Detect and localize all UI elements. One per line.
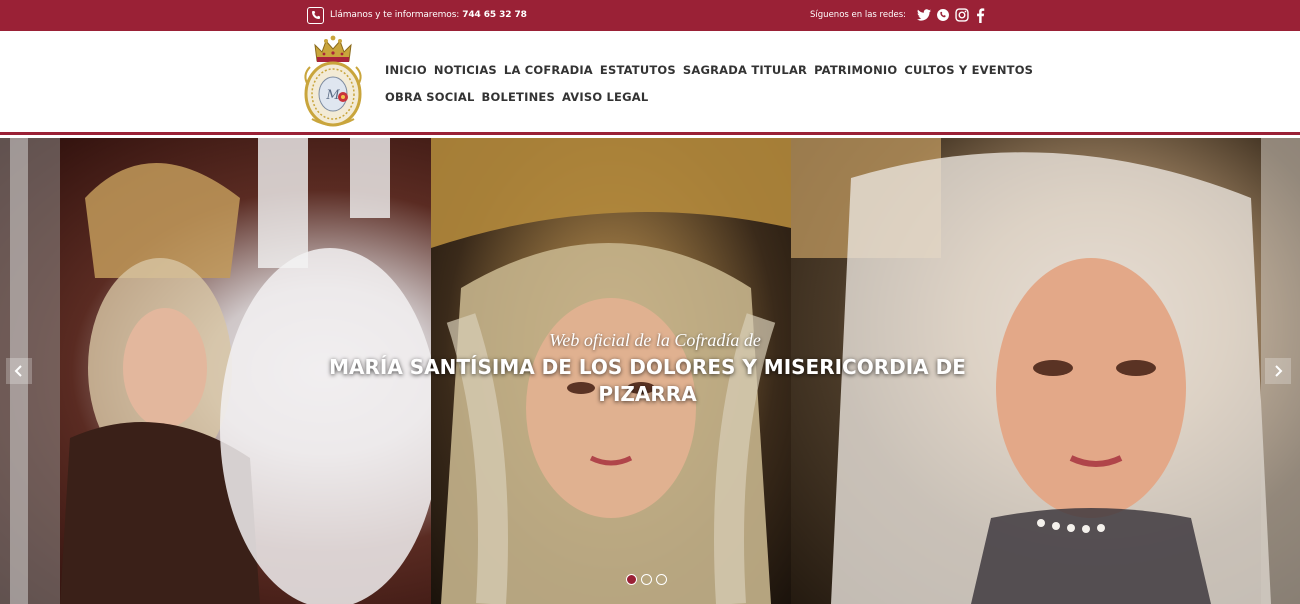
nav-row-primary: INICIO NOTICIAS LA COFRADIA ESTATUTOS SA…	[385, 56, 1033, 83]
chevron-left-icon	[14, 365, 22, 377]
main-navigation: INICIO NOTICIAS LA COFRADIA ESTATUTOS SA…	[385, 56, 1033, 110]
nav-item-aviso-legal[interactable]: AVISO LEGAL	[562, 90, 648, 104]
top-bar: Llámanos y te informaremos: 744 65 32 78…	[0, 0, 1300, 31]
nav-item-noticias[interactable]: NOTICIAS	[434, 63, 497, 77]
nav-item-patrimonio[interactable]: PATRIMONIO	[814, 63, 897, 77]
slider-next-button[interactable]	[1265, 358, 1291, 384]
phone-label: Llámanos y te informaremos:	[330, 10, 460, 20]
slider-pagination	[626, 574, 671, 585]
nav-item-obra-social[interactable]: OBRA SOCIAL	[385, 90, 475, 104]
svg-text:M: M	[325, 88, 340, 103]
site-header: M INICIO NOTICIAS LA COFRADIA ESTATUTOS …	[0, 31, 1300, 135]
nav-item-cultos-y-eventos[interactable]: CULTOS Y EVENTOS	[904, 63, 1033, 77]
slider-dot-2[interactable]	[641, 574, 652, 585]
chevron-right-icon	[1275, 365, 1283, 377]
cofradia-crest-logo[interactable]: M	[300, 35, 366, 129]
phone-icon	[307, 6, 324, 24]
instagram-icon[interactable]	[954, 8, 969, 23]
slide-subtitle: Web oficial de la Cofradía de	[549, 330, 761, 350]
contact-phone: Llámanos y te informaremos: 744 65 32 78	[307, 6, 527, 24]
nav-item-la-cofradia[interactable]: LA COFRADIA	[504, 63, 593, 77]
facebook-icon[interactable]	[973, 7, 988, 23]
social-label: Síguenos en las redes:	[810, 10, 906, 20]
slide-title: MARÍA SANTÍSIMA DE LOS DOLORES Y MISERIC…	[329, 355, 966, 406]
whatsapp-icon[interactable]	[935, 8, 950, 23]
nav-item-inicio[interactable]: INICIO	[385, 63, 427, 77]
nav-item-boletines[interactable]: BOLETINES	[482, 90, 555, 104]
twitter-icon[interactable]	[916, 8, 931, 23]
hero-slider: Web oficial de la Cofradía de MARÍA SANT…	[0, 138, 1300, 604]
slider-prev-button[interactable]	[6, 358, 32, 384]
social-links: Síguenos en las redes:	[810, 6, 988, 24]
slider-dot-1[interactable]	[626, 574, 637, 585]
nav-row-secondary: OBRA SOCIAL BOLETINES AVISO LEGAL	[385, 83, 985, 110]
nav-item-sagrada-titular[interactable]: SAGRADA TITULAR	[683, 63, 807, 77]
nav-item-estatutos[interactable]: ESTATUTOS	[600, 63, 676, 77]
phone-number[interactable]: 744 65 32 78	[462, 10, 527, 20]
slider-dot-3[interactable]	[656, 574, 667, 585]
